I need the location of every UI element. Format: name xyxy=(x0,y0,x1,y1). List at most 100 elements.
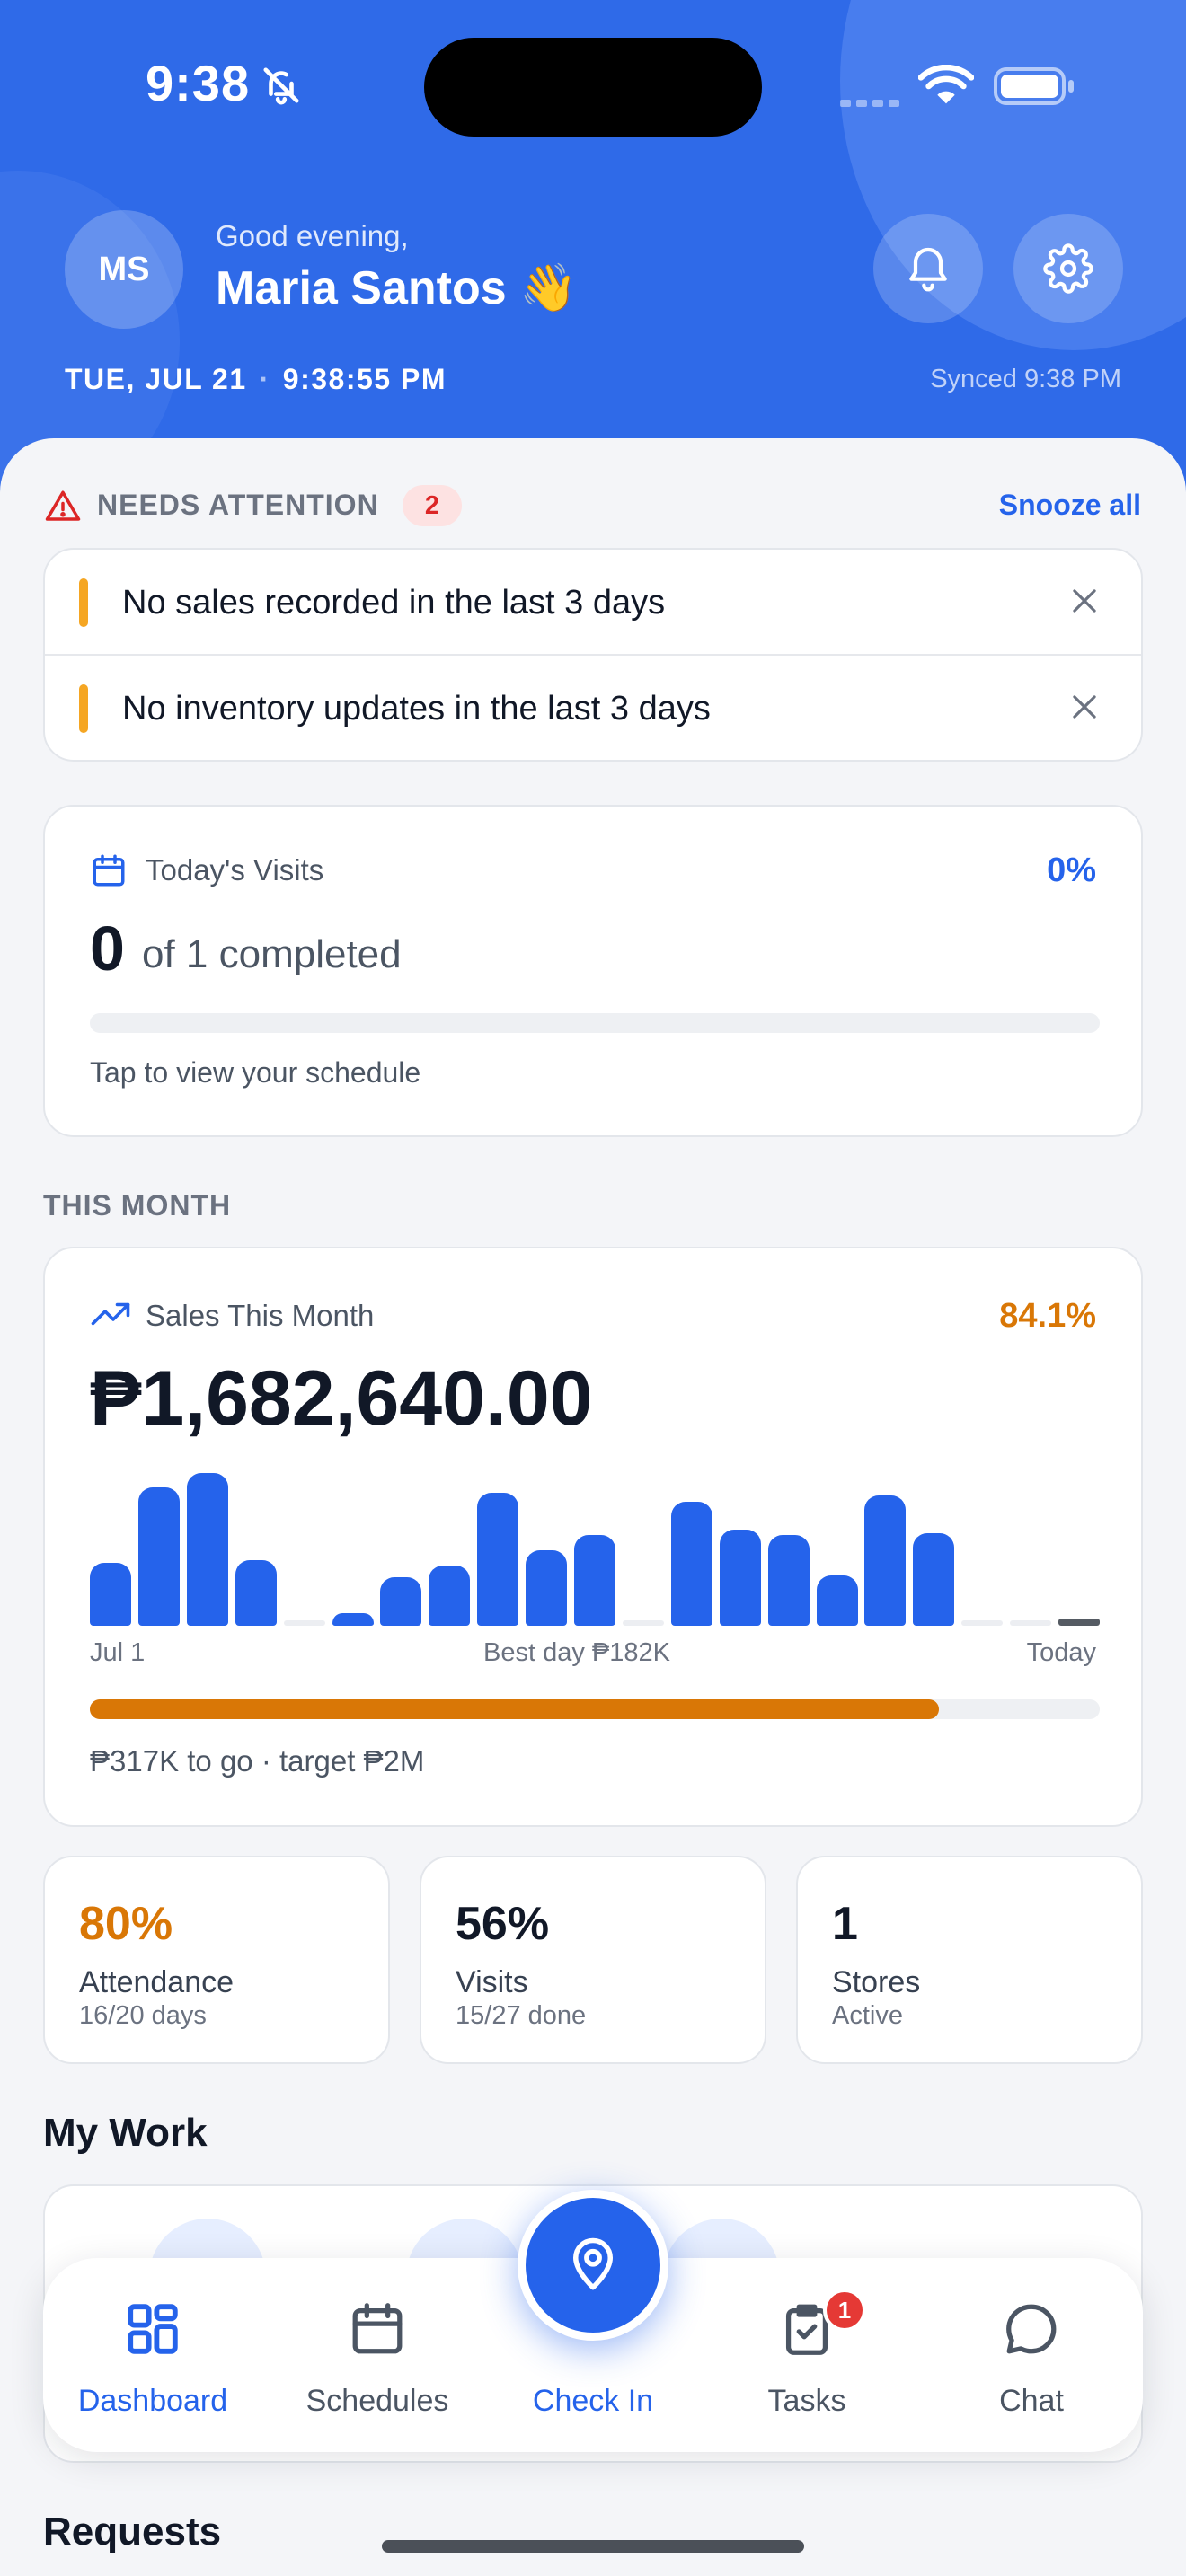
dynamic-island xyxy=(424,38,762,137)
tab-chat[interactable]: Chat xyxy=(924,2258,1139,2452)
status-time: 9:38 xyxy=(146,55,251,111)
check-in-label: Check In xyxy=(532,2384,654,2418)
chart-bar xyxy=(1058,1619,1100,1626)
chart-bar xyxy=(961,1620,1004,1626)
chart-bar xyxy=(622,1620,664,1626)
this-month-label: THIS MONTH xyxy=(43,1189,232,1222)
chart-axis-start: Jul 1 xyxy=(90,1638,146,1667)
chat-icon xyxy=(1006,2304,1057,2354)
tab-label: Schedules xyxy=(305,2384,449,2418)
tasks-badge: 1 xyxy=(823,2289,866,2332)
attendance-value: 80% xyxy=(79,1898,173,1950)
close-icon[interactable] xyxy=(1067,690,1102,724)
attendance-sub: 16/20 days xyxy=(79,2001,207,2030)
todays-visits-title: Today's Visits xyxy=(146,853,324,887)
chart-bar xyxy=(526,1550,568,1626)
my-work-heading: My Work xyxy=(43,2111,208,2155)
chart-bar xyxy=(816,1575,858,1626)
calendar-icon xyxy=(93,854,125,887)
stores-value: 1 xyxy=(832,1898,858,1950)
chart-bar xyxy=(767,1535,810,1626)
tab-schedules[interactable]: Schedules xyxy=(270,2258,485,2452)
attendance-stat-card[interactable]: 80% Attendance 16/20 days xyxy=(43,1856,390,2064)
calendar-icon xyxy=(352,2303,403,2354)
chart-bar xyxy=(477,1493,519,1626)
current-date: TUE, JUL 21 xyxy=(65,363,247,395)
chart-bar xyxy=(380,1577,422,1626)
todays-visits-card[interactable]: Today's Visits 0% 0 of 1 completed Tap t… xyxy=(43,805,1143,1137)
visits-completed-count: 0 xyxy=(90,913,125,984)
best-day-label: Best day ₱182K xyxy=(483,1638,670,1667)
alert-indicator xyxy=(79,578,88,627)
date-line: TUE, JUL 21 · 9:38:55 PM xyxy=(65,363,447,395)
visits-sub: 15/27 done xyxy=(456,2001,587,2030)
chart-bar xyxy=(235,1560,277,1626)
chart-bar xyxy=(864,1495,907,1626)
close-icon[interactable] xyxy=(1067,584,1102,618)
attention-count-badge: 2 xyxy=(403,485,462,526)
tab-dashboard[interactable]: Dashboard xyxy=(45,2258,261,2452)
sales-amount: ₱1,682,640.00 xyxy=(90,1355,593,1442)
map-pin-icon xyxy=(573,2237,613,2290)
tab-label: Dashboard xyxy=(77,2384,228,2418)
requests-heading: Requests xyxy=(43,2510,222,2554)
chart-bar xyxy=(332,1613,374,1626)
alert-text: No sales recorded in the last 3 days xyxy=(122,584,666,622)
battery-icon xyxy=(994,67,1074,105)
chart-bar xyxy=(283,1620,325,1626)
chart-bar xyxy=(913,1533,955,1626)
visits-value: 56% xyxy=(456,1898,550,1950)
notifications-button[interactable] xyxy=(873,214,983,323)
bell-icon xyxy=(909,247,947,292)
sales-percent: 84.1% xyxy=(999,1297,1096,1335)
home-indicator[interactable] xyxy=(382,2540,804,2553)
visits-of-text: of 1 completed xyxy=(142,932,402,976)
alerts-card: No sales recorded in the last 3 days No … xyxy=(43,548,1143,762)
sales-month-card[interactable]: Sales This Month 84.1% ₱1,682,640.00 Jul… xyxy=(43,1247,1143,1827)
alert-item[interactable]: No inventory updates in the last 3 days xyxy=(45,656,1141,760)
wifi-icon xyxy=(918,65,974,104)
trending-up-icon xyxy=(91,1302,130,1326)
tab-label: Chat xyxy=(999,2384,1064,2418)
chart-axis-end: Today xyxy=(1026,1638,1096,1667)
alert-item[interactable]: No sales recorded in the last 3 days xyxy=(45,550,1141,654)
needs-attention-label: NEEDS ATTENTION xyxy=(97,489,379,521)
sales-title: Sales This Month xyxy=(146,1299,375,1332)
chart-bar xyxy=(719,1530,761,1626)
avatar[interactable]: MS xyxy=(65,210,183,329)
schedule-hint: Tap to view your schedule xyxy=(90,1056,421,1089)
daily-sales-chart xyxy=(90,1473,1100,1626)
warning-icon xyxy=(45,490,81,521)
visits-progress-bar xyxy=(90,1013,1100,1033)
target-progress-fill xyxy=(90,1699,940,1719)
stores-stat-card[interactable]: 1 Stores Active xyxy=(796,1856,1143,2064)
signal-icon xyxy=(840,95,905,111)
stores-label: Stores xyxy=(832,1965,921,1999)
snooze-all-button[interactable]: Snooze all xyxy=(999,489,1141,522)
target-progress-bar xyxy=(90,1699,1100,1719)
chart-bar xyxy=(90,1563,131,1626)
visits-percent: 0% xyxy=(1047,851,1096,889)
header: 9:38 MS Good evening, Maria Santos 👋 TUE… xyxy=(0,0,1186,503)
chart-bar xyxy=(137,1487,180,1626)
gear-icon xyxy=(1043,243,1093,294)
chart-bar xyxy=(670,1502,712,1626)
bell-slash-icon xyxy=(263,67,299,105)
attendance-label: Attendance xyxy=(79,1965,235,1999)
user-name: Maria Santos 👋 xyxy=(216,262,578,314)
chart-bar xyxy=(574,1535,615,1626)
visits-stat-card[interactable]: 56% Visits 15/27 done xyxy=(420,1856,766,2064)
dashboard-icon xyxy=(128,2304,178,2354)
target-text: ₱317K to go · target ₱2M xyxy=(90,1744,425,1778)
check-in-button[interactable] xyxy=(518,2190,668,2341)
settings-button[interactable] xyxy=(1013,214,1123,323)
alert-indicator xyxy=(79,684,88,733)
tab-tasks[interactable]: 1 Tasks xyxy=(699,2258,915,2452)
stores-sub: Active xyxy=(832,2001,903,2030)
sync-status: Synced 9:38 PM xyxy=(930,365,1121,393)
chart-bar xyxy=(429,1566,471,1626)
tab-label: Tasks xyxy=(767,2384,846,2418)
chart-bar xyxy=(186,1473,228,1626)
chart-bar xyxy=(1010,1620,1052,1626)
greeting-text: Good evening, xyxy=(216,219,409,252)
